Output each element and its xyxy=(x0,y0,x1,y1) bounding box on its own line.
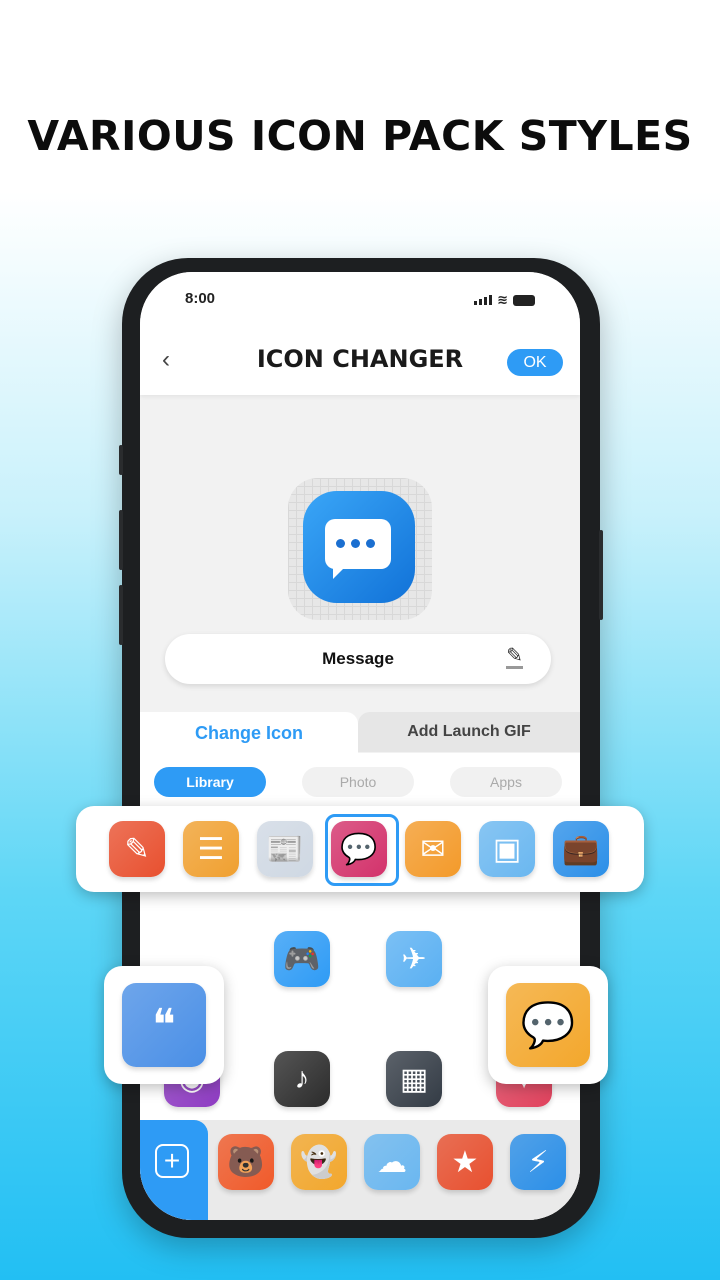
segment-library[interactable]: Library xyxy=(154,767,266,797)
wifi-icon: ≋ xyxy=(497,292,508,307)
icon-pack-dock: + 🐻 👻 ☁ ★ ⚡ xyxy=(140,1120,580,1220)
icon-style-strip: ✎ ☰ 📰 💬 ✉ ▣ 💼 xyxy=(76,806,644,892)
ghost-icon[interactable]: 👻 xyxy=(291,1134,347,1190)
message-icon xyxy=(303,491,415,603)
app-name-value: Message xyxy=(322,649,394,668)
document-quote-icon[interactable]: ❝ xyxy=(122,983,206,1067)
top-bar: 8:00 ≋ ‹ ICON CHANGER OK xyxy=(140,272,580,395)
tab-add-launch-gif[interactable]: Add Launch GIF xyxy=(358,712,580,752)
tab-change-icon[interactable]: Change Icon xyxy=(140,712,358,754)
bear-chat-icon[interactable]: 🐻 xyxy=(218,1134,274,1190)
message-chat-icon[interactable]: 💬 xyxy=(331,821,387,877)
music-disc-icon[interactable]: ♪ xyxy=(274,1051,330,1107)
box-icon[interactable]: ▣ xyxy=(479,821,535,877)
volume-down-button xyxy=(119,585,123,645)
news-icon[interactable]: 📰 xyxy=(257,821,313,877)
featured-card-left[interactable]: ❝ xyxy=(104,966,224,1084)
add-pack-button[interactable]: + xyxy=(140,1120,208,1220)
paper-plane-icon[interactable]: ✈ xyxy=(386,931,442,987)
briefcase-icon[interactable]: 💼 xyxy=(553,821,609,877)
app-name-field[interactable]: Message ✎ xyxy=(165,634,551,684)
plus-icon: + xyxy=(155,1144,189,1178)
ok-button[interactable]: OK xyxy=(507,349,563,376)
power-button xyxy=(599,530,603,620)
gamepad-icon[interactable]: 🎮 xyxy=(274,931,330,987)
featured-card-right[interactable]: 💬 xyxy=(488,966,608,1084)
chat-bubbles-icon[interactable]: 💬 xyxy=(506,983,590,1067)
segment-photo[interactable]: Photo xyxy=(302,767,414,797)
volume-up-button xyxy=(119,510,123,570)
status-bar: 8:00 ≋ xyxy=(185,290,535,310)
notes-edit-icon[interactable]: ✎ xyxy=(109,821,165,877)
headline: VARIOUS ICON PACK STYLES xyxy=(27,112,693,160)
cloud-upload-icon[interactable]: ☁ xyxy=(364,1134,420,1190)
lightning-icon[interactable]: ⚡ xyxy=(510,1134,566,1190)
signal-icon xyxy=(474,295,493,305)
pencil-icon[interactable]: ✎ xyxy=(506,646,523,669)
piano-icon[interactable]: ▦ xyxy=(386,1051,442,1107)
icon-preview xyxy=(288,478,432,620)
segment-apps[interactable]: Apps xyxy=(450,767,562,797)
documents-icon[interactable]: ☰ xyxy=(183,821,239,877)
battery-icon xyxy=(513,294,535,306)
mail-icon[interactable]: ✉ xyxy=(405,821,461,877)
notes-star-icon[interactable]: ★ xyxy=(437,1134,493,1190)
mute-button xyxy=(119,445,123,475)
status-time: 8:00 xyxy=(185,290,216,307)
